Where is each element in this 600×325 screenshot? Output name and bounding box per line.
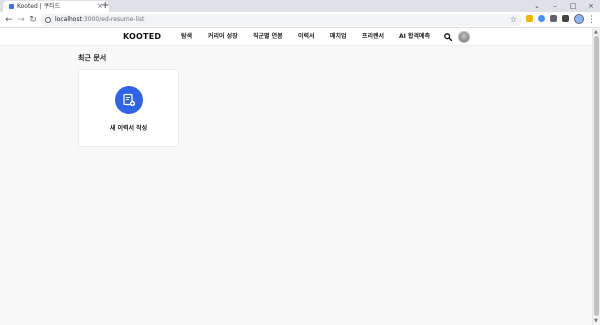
new-resume-card[interactable]: 새 이력서 작성 [78,69,179,147]
extension-icon[interactable] [526,15,533,22]
nav-item-freelancer[interactable]: 프리랜서 [362,28,384,46]
section-title: 최근 문서 [78,54,107,62]
page-scrollbar[interactable]: ▲ ▼ [592,28,600,325]
url-path: :3000/ed-resume-list [81,16,145,23]
new-document-icon [115,86,143,114]
minimize-button[interactable]: – [546,0,564,12]
browser-tabstrip: Kooted | 쿠티드 × + ⌄ – □ × [0,0,600,12]
url-host: localhost [55,16,82,23]
puzzle-icon[interactable] [562,15,569,22]
browser-tab[interactable]: Kooted | 쿠티드 × [3,1,109,12]
address-bar[interactable]: localhost:3000/ed-resume-list ☆ [40,14,522,26]
tab-title: Kooted | 쿠티드 [17,3,61,10]
scroll-up-icon[interactable]: ▲ [594,29,598,35]
nav-item-ai-prediction[interactable]: AI 합격예측 [399,28,430,46]
site-header: KOOTED 탐색 커리어 성장 직군별 연봉 이력서 매치업 프리랜서 AI … [0,28,592,46]
browser-menu-icon[interactable]: ⋮ [587,12,596,28]
new-tab-button[interactable]: + [101,0,109,12]
tab-search-icon[interactable]: ⌄ [528,0,546,12]
reload-button[interactable]: ↻ [27,14,39,26]
back-button[interactable]: ← [3,14,15,26]
extension-icon[interactable] [550,15,557,22]
scroll-down-icon[interactable]: ▼ [594,318,598,324]
favicon-icon [9,4,14,9]
new-resume-label: 새 이력서 작성 [109,125,148,132]
browser-toolbar: ← → ↻ localhost:3000/ed-resume-list ☆ ⋮ [0,12,600,28]
bookmark-star-icon[interactable]: ☆ [510,14,517,26]
user-avatar[interactable] [458,31,470,43]
maximize-button[interactable]: □ [564,0,582,12]
nav-item-matchup[interactable]: 매치업 [330,28,347,46]
site-logo[interactable]: KOOTED [123,28,161,46]
scroll-thumb[interactable] [594,36,599,316]
profile-avatar[interactable] [574,14,584,24]
search-icon[interactable] [444,33,452,41]
close-window-button[interactable]: × [582,0,600,12]
nav-item-explore[interactable]: 탐색 [181,28,192,46]
nav-item-salary[interactable]: 직군별 연봉 [253,28,283,46]
nav-item-resume[interactable]: 이력서 [298,28,315,46]
site-info-icon[interactable] [45,17,51,23]
url-text: localhost:3000/ed-resume-list [55,14,144,26]
forward-button[interactable]: → [15,14,27,26]
extension-icon[interactable] [538,15,545,22]
nav-item-career-growth[interactable]: 커리어 성장 [208,28,238,46]
